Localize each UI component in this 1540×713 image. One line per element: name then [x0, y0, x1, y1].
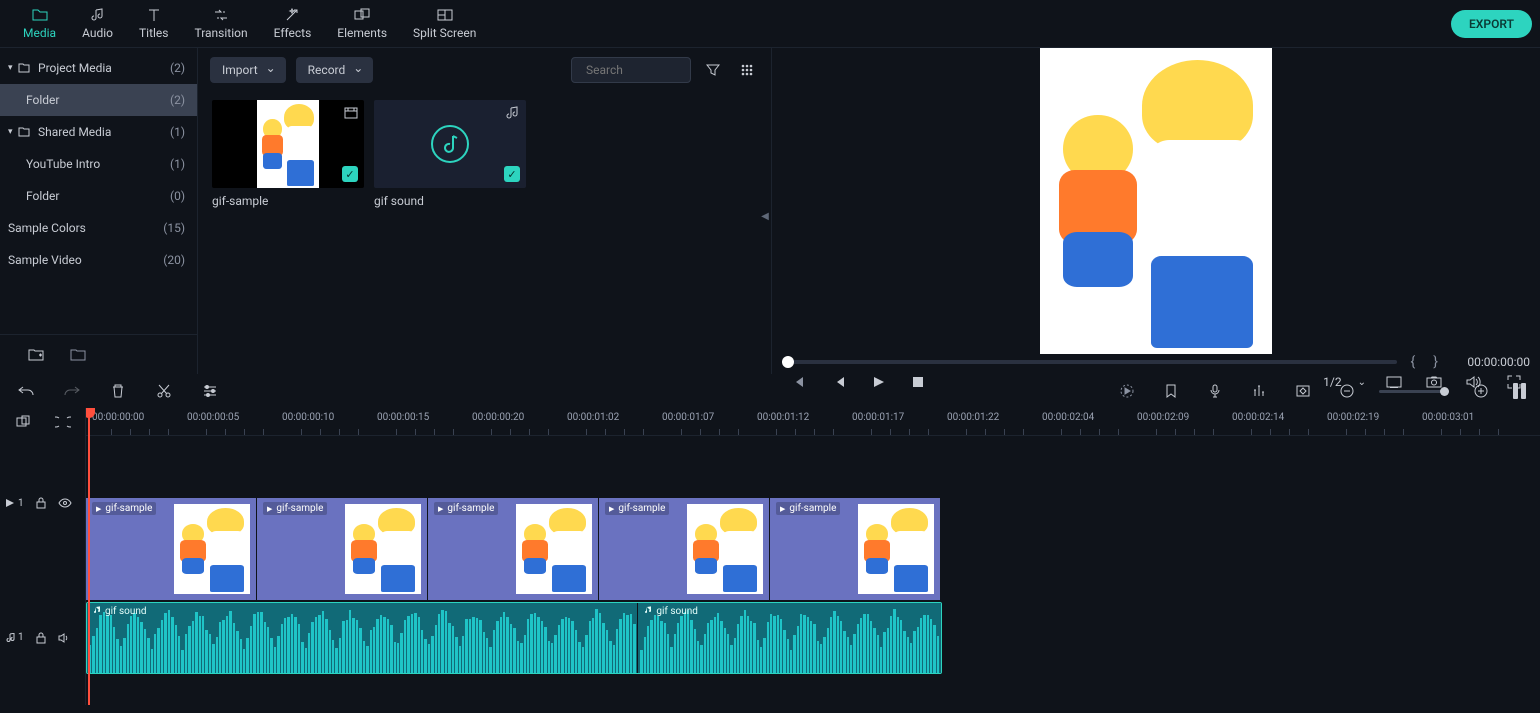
tree-sample-video[interactable]: Sample Video(20): [0, 244, 197, 276]
folder-icon: [18, 63, 32, 73]
range-start-button[interactable]: {: [1407, 354, 1420, 370]
play-button[interactable]: [866, 370, 890, 394]
transition-icon: [213, 7, 229, 23]
lock-icon[interactable]: [36, 632, 46, 644]
video-clip[interactable]: ▶gif-sample: [428, 498, 599, 600]
video-clip[interactable]: ▶gif-sample: [86, 498, 257, 600]
adjust-button[interactable]: [198, 379, 222, 403]
audio-clip[interactable]: gif sound: [638, 603, 941, 673]
timeline-mode-2-button[interactable]: [51, 410, 75, 434]
timeline-tracks[interactable]: 00:00:00:0000:00:00:0500:00:00:1000:00:0…: [86, 408, 1540, 705]
media-browser: Import Record ✓ gif-sample: [198, 48, 772, 374]
video-track-header[interactable]: 1: [0, 436, 85, 571]
lock-icon[interactable]: [36, 497, 46, 509]
split-button[interactable]: [152, 379, 176, 403]
timeline-mode-1-button[interactable]: [11, 410, 35, 434]
audio-track[interactable]: gif sound gif sound: [86, 602, 942, 674]
nav-transition[interactable]: Transition: [181, 0, 260, 47]
marker-button[interactable]: [1159, 379, 1183, 403]
music-note-icon: [644, 606, 652, 614]
video-track[interactable]: ▶gif-sample▶gif-sample▶gif-sample▶gif-sa…: [86, 498, 1540, 600]
nav-titles[interactable]: Titles: [126, 0, 181, 47]
timeline-toolbar: [0, 374, 1540, 408]
library-sidebar: ▾Project Media(2) Folder(2) ▾Shared Medi…: [0, 48, 198, 374]
nav-media[interactable]: Media: [10, 0, 69, 47]
audio-track-header[interactable]: 1: [0, 571, 85, 706]
zoom-fit-button[interactable]: [1513, 383, 1526, 399]
search-input[interactable]: [571, 57, 691, 83]
timecode-display: 00:00:00:00: [1452, 355, 1530, 369]
video-type-icon: [344, 106, 358, 120]
speaker-icon[interactable]: [58, 633, 70, 643]
zoom-out-button[interactable]: [1335, 379, 1359, 403]
voiceover-button[interactable]: [1203, 379, 1227, 403]
nav-elements[interactable]: Elements: [324, 0, 400, 47]
media-item-audio[interactable]: ✓ gif sound: [374, 100, 526, 208]
elements-icon: [354, 7, 370, 23]
zoom-in-button[interactable]: [1469, 379, 1493, 403]
timeline: 1 1 00:00:00:0000:00:00:0500:00:00:1000:…: [0, 408, 1540, 705]
music-note-icon: [93, 606, 101, 614]
media-item-label: gif sound: [374, 188, 526, 208]
nav-audio[interactable]: Audio: [69, 0, 126, 47]
seek-slider[interactable]: [782, 360, 1397, 364]
video-clip[interactable]: ▶gif-sample: [257, 498, 428, 600]
tree-youtube-intro[interactable]: YouTube Intro(1): [0, 148, 197, 180]
render-button[interactable]: [1115, 379, 1139, 403]
undo-button[interactable]: [14, 379, 38, 403]
check-badge: ✓: [504, 166, 520, 182]
video-clip[interactable]: ▶gif-sample: [599, 498, 770, 600]
keyframe-button[interactable]: [1291, 379, 1315, 403]
step-back-button[interactable]: [826, 370, 850, 394]
export-button[interactable]: EXPORT: [1451, 10, 1532, 38]
media-item-label: gif-sample: [212, 188, 364, 208]
delete-button[interactable]: [106, 379, 130, 403]
tree-folder-selected[interactable]: Folder(2): [0, 84, 197, 116]
tree-project-media[interactable]: ▾Project Media(2): [0, 52, 197, 84]
preview-screen[interactable]: [772, 48, 1540, 354]
zoom-slider[interactable]: [1379, 390, 1449, 393]
audio-mixer-button[interactable]: [1247, 379, 1271, 403]
tree-sample-colors[interactable]: Sample Colors(15): [0, 212, 197, 244]
tree-shared-media[interactable]: ▾Shared Media(1): [0, 116, 197, 148]
video-clip[interactable]: ▶gif-sample: [770, 498, 941, 600]
time-ruler[interactable]: 00:00:00:0000:00:00:0500:00:00:1000:00:0…: [86, 408, 1540, 436]
collapse-sidebar-button[interactable]: ◀: [758, 206, 772, 226]
redo-button[interactable]: [60, 379, 84, 403]
playhead[interactable]: [88, 408, 90, 705]
audio-type-icon: [506, 106, 520, 120]
video-track-icon: 1: [6, 498, 24, 509]
record-dropdown[interactable]: Record: [296, 57, 374, 83]
grid-view-button[interactable]: [735, 58, 759, 82]
audio-icon: [91, 7, 105, 23]
range-end-button[interactable]: }: [1429, 354, 1442, 370]
audio-clip[interactable]: gif sound: [87, 603, 638, 673]
main-panel: ▾Project Media(2) Folder(2) ▾Shared Medi…: [0, 48, 1540, 374]
add-folder-button[interactable]: [24, 343, 48, 367]
folder-icon: [18, 127, 32, 137]
folder-button[interactable]: [66, 343, 90, 367]
top-nav: Media Audio Titles Transition Effects El…: [0, 0, 1540, 48]
filter-button[interactable]: [701, 58, 725, 82]
import-dropdown[interactable]: Import: [210, 57, 286, 83]
audio-track-icon: 1: [6, 632, 24, 643]
eye-icon[interactable]: [58, 498, 72, 508]
tree-folder-empty[interactable]: Folder(0): [0, 180, 197, 212]
nav-effects[interactable]: Effects: [261, 0, 325, 47]
stop-button[interactable]: [906, 370, 930, 394]
folder-icon: [32, 7, 48, 23]
effects-icon: [285, 7, 299, 23]
preview-panel: { } 00:00:00:00 1/2 ⌄: [772, 48, 1540, 374]
music-note-icon: [428, 122, 472, 166]
split-screen-icon: [437, 7, 453, 23]
media-item-video[interactable]: ✓ gif-sample: [212, 100, 364, 208]
check-badge: ✓: [342, 166, 358, 182]
nav-split-screen[interactable]: Split Screen: [400, 0, 489, 47]
prev-frame-button[interactable]: [786, 370, 810, 394]
titles-icon: [147, 7, 161, 23]
